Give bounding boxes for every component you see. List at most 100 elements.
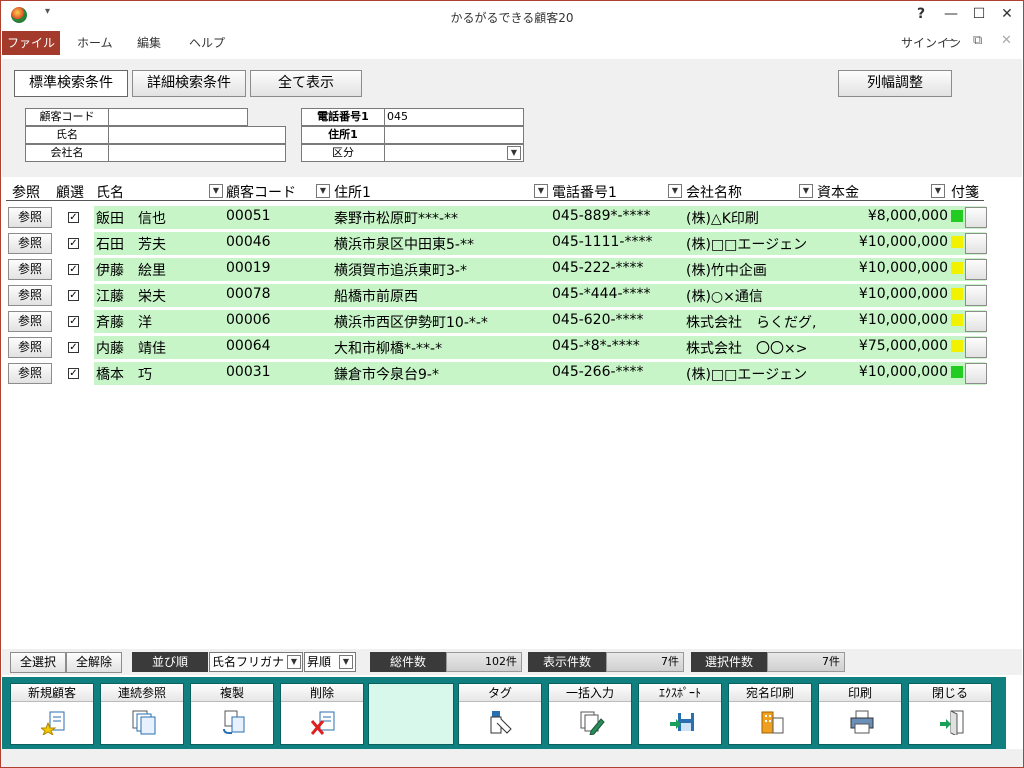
cell-company: 株式会社 らくだグ, [686, 315, 816, 331]
ref-button[interactable]: 参照 [8, 363, 52, 384]
tag-edit-button[interactable] [965, 259, 987, 280]
col-code-filter-icon[interactable]: ▼ [316, 184, 330, 198]
select-checkbox[interactable]: ✓ [68, 368, 79, 379]
col-phone: 電話番号1 [552, 185, 617, 201]
cell-code: 00064 [226, 338, 271, 354]
phone1-field[interactable]: 045 [384, 108, 524, 126]
table-row: 参照 ✓ 伊藤 絵里 00019 横須賀市追浜東町3-* 045-222-**** (株)竹… [6, 257, 987, 281]
bulk-input-button[interactable]: 一括入力 [548, 683, 632, 745]
continuous-ref-button[interactable]: 連続参照 [100, 683, 184, 745]
select-checkbox[interactable]: ✓ [68, 264, 79, 275]
address-print-button[interactable]: 宛名印刷 [728, 683, 812, 745]
col-select: 顧選 [56, 185, 84, 201]
ref-button[interactable]: 参照 [8, 259, 52, 280]
ribbon-tab-row: ファイル ホーム 編集 ヘルプ サインイン — ⧉ ✕ [1, 31, 1023, 57]
selected-count-value: 7件 [767, 652, 845, 672]
close-button[interactable]: 閉じる [908, 683, 992, 745]
category-dropdown-icon[interactable]: ▼ [507, 146, 521, 160]
col-capital: 資本金 [817, 185, 859, 201]
ribbon-close-button[interactable]: ✕ [1001, 33, 1012, 48]
tag-color-swatch [951, 314, 963, 326]
customer-code-label: 顧客コード [25, 108, 109, 126]
cell-code: 00078 [226, 286, 271, 302]
customer-code-field[interactable] [108, 108, 248, 126]
ref-button[interactable]: 参照 [8, 285, 52, 306]
tab-edit[interactable]: 編集 [125, 31, 173, 55]
title-bar: ▾ かるがるできる顧客20 ? — ☐ ✕ [1, 1, 1023, 31]
window-bottom-edge [1, 749, 1023, 767]
tag-edit-button[interactable] [965, 233, 987, 254]
ribbon-minimize-button[interactable]: — [945, 33, 958, 48]
col-phone-filter-icon[interactable]: ▼ [668, 184, 682, 198]
export-button[interactable]: ｴｸｽﾎﾟｰﾄ [638, 683, 722, 745]
delete-label: 削除 [281, 684, 363, 702]
tag-edit-button[interactable] [965, 363, 987, 384]
tab-file[interactable]: ファイル [2, 31, 60, 55]
cell-address: 横須賀市追浜東町3-* [334, 263, 467, 279]
ref-button[interactable]: 参照 [8, 207, 52, 228]
tab-home[interactable]: ホーム [65, 31, 125, 55]
duplicate-button[interactable]: 複製 [190, 683, 274, 745]
ref-button[interactable]: 参照 [8, 311, 52, 332]
select-all-button[interactable]: 全選択 [10, 652, 66, 673]
table-row: 参照 ✓ 石田 芳夫 00046 横浜市泉区中田東5-** 045-1111-**** (株… [6, 231, 987, 255]
cell-code: 00019 [226, 260, 271, 276]
printer-icon [850, 710, 874, 734]
tab-standard-search[interactable]: 標準検索条件 [14, 70, 128, 97]
tag-edit-button[interactable] [965, 207, 987, 228]
col-address-filter-icon[interactable]: ▼ [534, 184, 548, 198]
continuous-ref-label: 連続参照 [101, 684, 183, 702]
ribbon-restore-button[interactable]: ⧉ [973, 33, 982, 48]
new-customer-button[interactable]: 新規顧客 [10, 683, 94, 745]
col-company-filter-icon[interactable]: ▼ [799, 184, 813, 198]
select-checkbox[interactable]: ✓ [68, 342, 79, 353]
minimize-button[interactable]: — [941, 6, 961, 22]
company-field[interactable] [108, 144, 286, 162]
ref-button[interactable]: 参照 [8, 337, 52, 358]
column-width-button[interactable]: 列幅調整 [838, 70, 952, 97]
col-name-filter-icon[interactable]: ▼ [209, 184, 223, 198]
select-checkbox[interactable]: ✓ [68, 212, 79, 223]
select-checkbox[interactable]: ✓ [68, 290, 79, 301]
table-row: 参照 ✓ 斉藤 洋 00006 横浜市西区伊勢町10-*-* 045-620-**** 株式… [6, 309, 987, 333]
select-checkbox[interactable]: ✓ [68, 316, 79, 327]
cell-name: 内藤 靖佳 [96, 341, 166, 357]
cell-capital: ¥75,000,000 [858, 338, 948, 354]
maximize-button[interactable]: ☐ [969, 6, 989, 22]
cell-company: 株式会社 〇〇×> [686, 341, 808, 357]
col-company: 会社名称 [686, 185, 742, 201]
tab-help[interactable]: ヘルプ [177, 31, 237, 55]
ref-button[interactable]: 参照 [8, 233, 52, 254]
cell-company: (株)△K印刷 [686, 211, 759, 227]
sort-field-dropdown-icon[interactable]: ▼ [287, 655, 301, 669]
print-button[interactable]: 印刷 [818, 683, 902, 745]
tab-detail-search[interactable]: 詳細検索条件 [132, 70, 246, 97]
bulk-input-label: 一括入力 [549, 684, 631, 702]
name-field[interactable] [108, 126, 286, 144]
tag-button[interactable]: タグ [458, 683, 542, 745]
tag-edit-button[interactable] [965, 337, 987, 358]
col-capital-filter-icon[interactable]: ▼ [931, 184, 945, 198]
new-customer-label: 新規顧客 [11, 684, 93, 702]
help-icon[interactable]: ? [911, 6, 931, 22]
show-all-button[interactable]: 全て表示 [250, 70, 362, 97]
building-label-icon [761, 711, 784, 734]
delete-button[interactable]: 削除 [280, 683, 364, 745]
category-select[interactable] [384, 144, 524, 162]
address1-field[interactable] [384, 126, 524, 144]
selected-count-label: 選択件数 [691, 652, 767, 672]
tag-edit-button[interactable] [965, 311, 987, 332]
deselect-all-button[interactable]: 全解除 [66, 652, 122, 673]
cell-phone: 045-1111-**** [552, 234, 653, 250]
stacked-documents-icon [132, 710, 156, 735]
company-label: 会社名 [25, 144, 109, 162]
copy-icon [223, 710, 245, 734]
tag-edit-button[interactable] [965, 285, 987, 306]
select-checkbox[interactable]: ✓ [68, 238, 79, 249]
close-window-button[interactable]: ✕ [997, 6, 1017, 22]
cell-company: (株)○×通信 [686, 289, 763, 305]
cell-address: 横浜市泉区中田東5-** [334, 237, 474, 253]
sort-order-dropdown-icon[interactable]: ▼ [339, 655, 353, 669]
cell-name: 江藤 栄夫 [96, 289, 166, 305]
cell-name: 斉藤 洋 [96, 315, 152, 331]
